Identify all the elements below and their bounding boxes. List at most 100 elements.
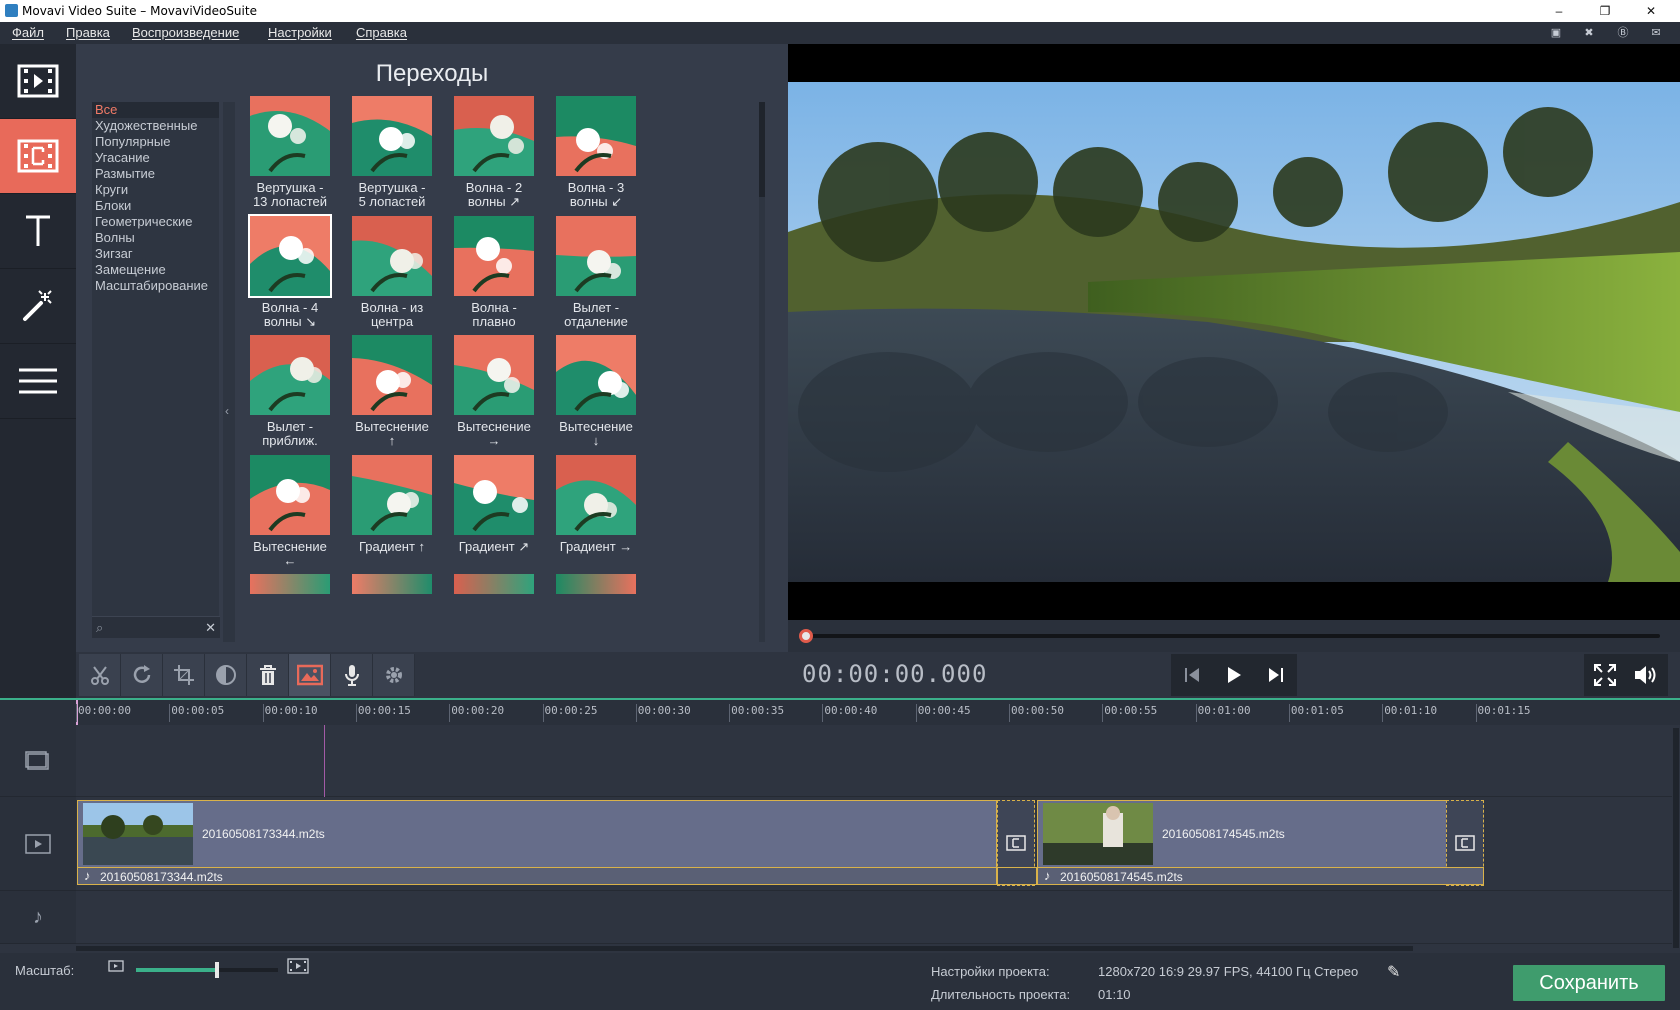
volume-button[interactable] [1626, 654, 1668, 696]
transition-thumbnail [250, 335, 330, 415]
transition-tile[interactable]: Вертушка -13 лопастей [240, 96, 340, 209]
crop-button[interactable] [163, 654, 205, 696]
youtube-icon[interactable]: ▣ [1548, 25, 1564, 41]
category-item[interactable]: Размытие [92, 166, 219, 182]
category-item[interactable]: Геометрические [92, 214, 219, 230]
close-button[interactable]: ✕ [1628, 0, 1674, 22]
transition-tile[interactable]: Градиент → [546, 455, 646, 554]
transition-grid-scrollbar[interactable] [759, 102, 765, 642]
next-frame-button[interactable] [1255, 654, 1297, 696]
ruler-tick-line [1382, 704, 1384, 722]
transition-thumbnail [454, 335, 534, 415]
play-button[interactable] [1213, 654, 1255, 696]
category-item[interactable]: Замещение [92, 262, 219, 278]
sidebar-item-import[interactable] [0, 44, 76, 119]
audio-crossfade[interactable] [997, 867, 1037, 885]
audio-clip[interactable]: ♪ 20160508174545.m2ts [1037, 867, 1484, 885]
sidebar-item-filters[interactable] [0, 269, 76, 344]
category-item[interactable]: Угасание [92, 150, 219, 166]
delete-button[interactable] [247, 654, 289, 696]
category-item[interactable]: Популярные [92, 134, 219, 150]
menu-edit[interactable]: Правка [66, 25, 110, 40]
odnoklassniki-icon[interactable]: ✖ [1581, 25, 1597, 41]
save-button[interactable]: Сохранить [1513, 965, 1665, 1001]
transition-tile[interactable]: Вытеснение ↓ [546, 335, 646, 448]
clear-icon[interactable]: ✕ [205, 620, 216, 636]
transition-tile[interactable]: Вылет - отдаление [546, 216, 646, 329]
audio-clip[interactable]: ♪ 20160508173344.m2ts [77, 867, 997, 885]
transition-tile[interactable]: Вытеснение ← [240, 455, 340, 568]
cut-button[interactable] [79, 654, 121, 696]
transition-tile[interactable]: Волна - 4 волны ↘ [240, 214, 340, 329]
transition-label: Волна - 4 [261, 300, 319, 315]
ruler-tick-line [1102, 704, 1104, 722]
menu-help[interactable]: Справка [356, 25, 407, 40]
seek-handle[interactable] [799, 629, 813, 643]
sidebar-item-titles[interactable] [0, 194, 76, 269]
sidebar-item-transitions[interactable] [0, 119, 76, 194]
seek-line[interactable] [806, 634, 1660, 638]
previous-frame-button[interactable] [1171, 654, 1213, 696]
zoom-slider[interactable] [136, 962, 278, 978]
timeline-vertical-scrollbar[interactable] [1672, 726, 1680, 952]
video-clip[interactable]: 20160508174545.m2ts [1037, 800, 1448, 868]
category-item[interactable]: Масштабирование [92, 278, 219, 294]
record-audio-button[interactable] [331, 654, 373, 696]
menu-file[interactable]: Файл [12, 25, 44, 40]
transition-tile[interactable] [352, 574, 432, 594]
transition-tile[interactable]: Вытеснение ↑ [342, 335, 442, 448]
restore-button[interactable]: ❐ [1582, 0, 1628, 22]
edit-settings-icon[interactable]: ✎ [1387, 962, 1400, 982]
timeline-horizontal-scrollbar[interactable] [76, 944, 1680, 952]
menu-settings[interactable]: Настройки [268, 25, 332, 40]
zoom-slider-handle[interactable] [214, 962, 219, 978]
transition-tile[interactable]: Волна - плавно [444, 216, 544, 329]
rotate-button[interactable] [121, 654, 163, 696]
ruler-tick-line [822, 704, 824, 722]
transition-label: 13 лопастей [252, 194, 328, 209]
scrollbar-thumb[interactable] [759, 102, 765, 197]
vk-icon[interactable]: Ⓑ [1615, 25, 1631, 41]
transition-tile[interactable]: Волна - 2 волны ↗ [444, 96, 544, 209]
transition-tile[interactable]: Волна - 3 волны ↙ [546, 96, 646, 209]
image-settings-button[interactable] [289, 654, 331, 696]
category-item[interactable]: Волны [92, 230, 219, 246]
category-item[interactable]: Зигзаг [92, 246, 219, 262]
category-item[interactable]: Круги [92, 182, 219, 198]
transition-tile[interactable]: Вылет - приближ. [240, 335, 340, 448]
category-item[interactable]: Блоки [92, 198, 219, 214]
transition-tile[interactable]: Вытеснение → [444, 335, 544, 448]
video-clip[interactable]: 20160508173344.m2ts [77, 800, 997, 868]
collapse-panel-handle[interactable]: ‹ [223, 102, 235, 642]
category-search-input[interactable]: ⌕ ✕ [92, 616, 220, 638]
category-item-all[interactable]: Все [92, 102, 219, 118]
clip-thumbnail [1043, 803, 1153, 865]
scrollbar-thumb[interactable] [76, 946, 1413, 951]
project-settings-value: 1280x720 16:9 29.97 FPS, 44100 Гц Стерео [1098, 964, 1359, 979]
zoom-out-icon[interactable] [108, 960, 124, 975]
seek-bar[interactable] [788, 620, 1680, 652]
transition-thumbnail [454, 216, 534, 296]
menu-playback[interactable]: Воспроизведение [132, 25, 239, 40]
feedback-icon[interactable]: ✉ [1648, 25, 1664, 41]
transition-tile[interactable]: Градиент ↑ [342, 455, 442, 554]
minimize-button[interactable]: – [1536, 0, 1582, 22]
transition-tile[interactable]: Вертушка -5 лопастей [342, 96, 442, 209]
transition-tile[interactable]: Градиент ↗ [444, 455, 544, 554]
audio-track[interactable] [76, 891, 1680, 944]
transition-tile[interactable] [556, 574, 636, 594]
transition-tile[interactable] [250, 574, 330, 594]
transition-tile[interactable]: Волна - из центра [342, 216, 442, 329]
transition-tile[interactable] [454, 574, 534, 594]
ruler-tick-label: 00:00:10 [264, 704, 318, 717]
zoom-in-icon[interactable] [287, 958, 309, 977]
clip-name: 20160508173344.m2ts [202, 827, 325, 841]
sidebar-item-more[interactable] [0, 344, 76, 419]
settings-button[interactable] [373, 654, 415, 696]
color-adjust-button[interactable] [205, 654, 247, 696]
scrollbar-thumb[interactable] [1673, 728, 1679, 948]
title-track[interactable] [76, 725, 1680, 797]
timeline-ruler[interactable]: 00:00:00 00:00:05 00:00:10 00:00:15 00:00:20… [0, 698, 1680, 725]
fullscreen-button[interactable] [1584, 654, 1626, 696]
category-item[interactable]: Художественные [92, 118, 219, 134]
